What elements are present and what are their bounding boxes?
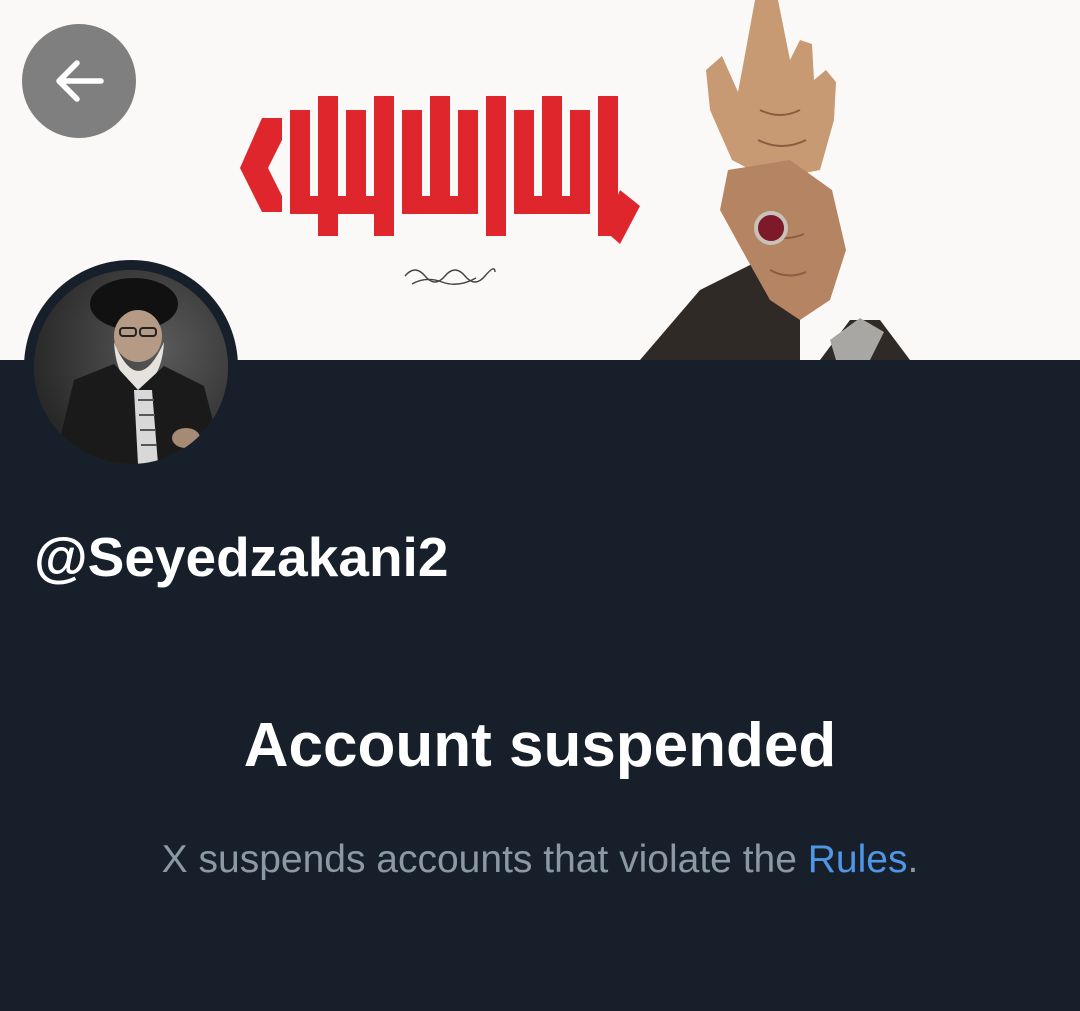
- profile-handle: @Seyedzakani2: [34, 526, 449, 588]
- back-button[interactable]: [22, 24, 136, 138]
- avatar[interactable]: [34, 270, 228, 464]
- profile-avatar-border: [24, 260, 238, 474]
- profile-page: @Seyedzakani2 Account suspended X suspen…: [0, 0, 1080, 1011]
- rules-link[interactable]: Rules: [808, 838, 908, 881]
- suspension-message-period: .: [907, 838, 919, 881]
- suspension-message-text: X suspends accounts that violate the: [161, 838, 808, 881]
- arrow-left-icon: [56, 60, 104, 102]
- suspension-message: X suspends accounts that violate the Rul…: [0, 834, 1080, 886]
- suspension-title: Account suspended: [243, 711, 837, 780]
- avatar-photo: [34, 270, 228, 464]
